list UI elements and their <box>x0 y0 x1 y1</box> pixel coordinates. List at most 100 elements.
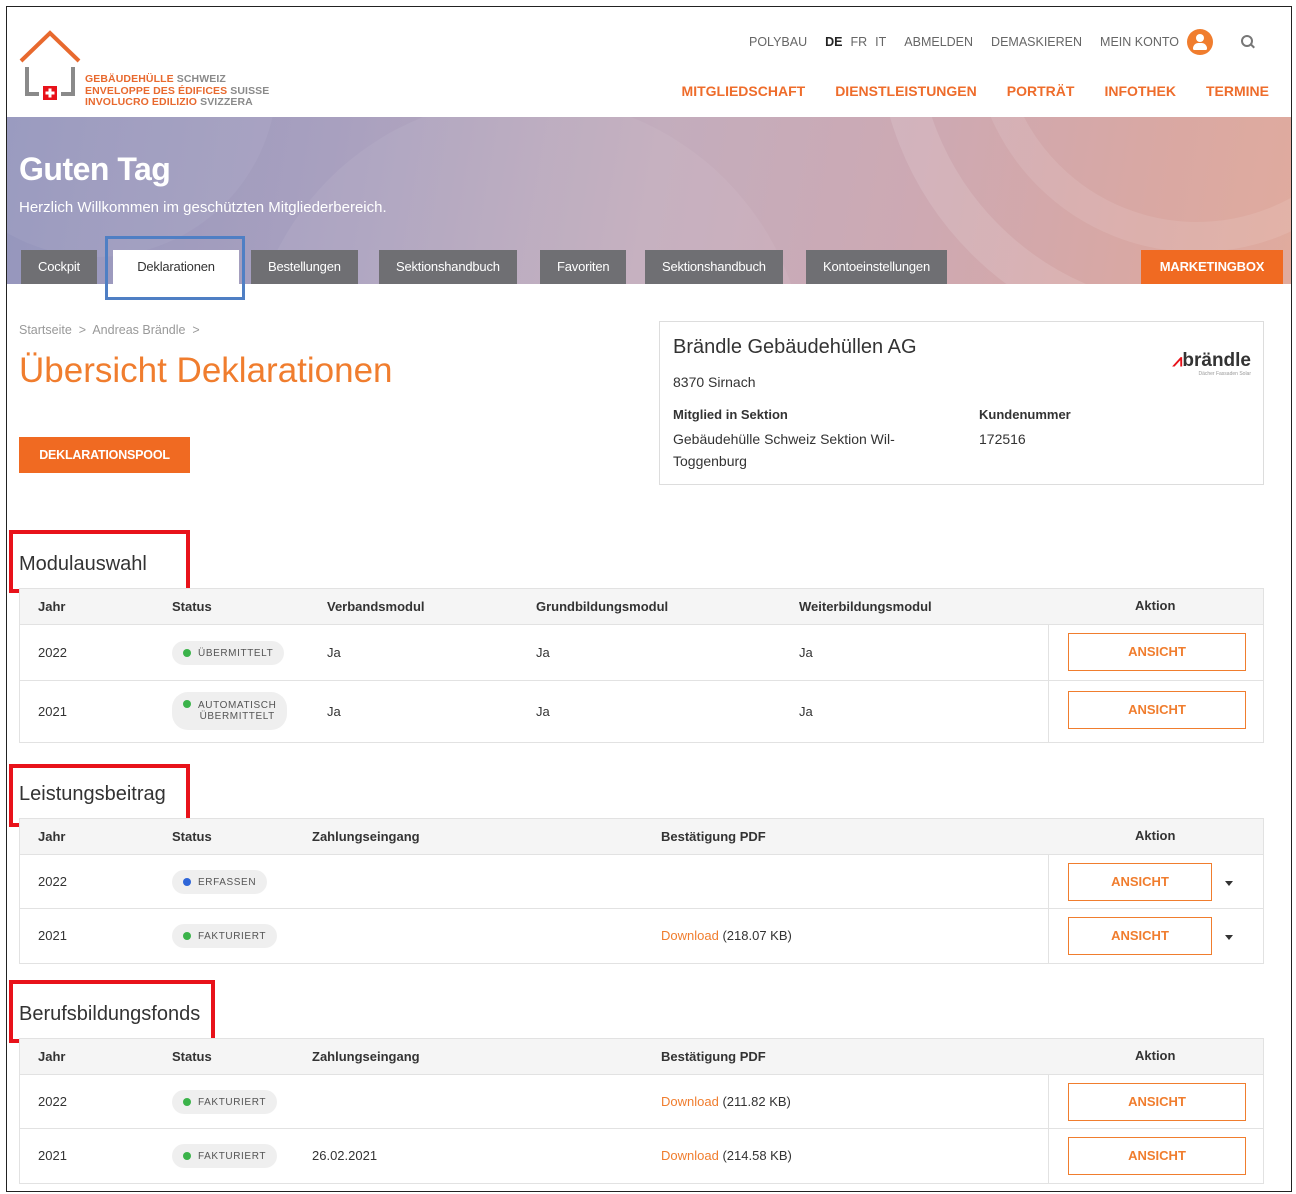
nav-item-mitgliedschaft[interactable]: MITGLIEDSCHAFT <box>682 83 806 99</box>
ansicht-button[interactable]: ANSICHT <box>1068 691 1246 729</box>
col-header-aktion: Aktion <box>1135 1048 1176 1063</box>
cell-pdf: Download (214.58 KB) <box>661 1148 792 1163</box>
search-icon[interactable] <box>1241 35 1255 49</box>
tab-kontoeinstellungen[interactable]: Kontoeinstellungen <box>806 250 947 284</box>
company-city: 8370 Sirnach <box>673 374 756 390</box>
deklarationspool-button[interactable]: DEKLARATIONSPOOL <box>19 437 190 473</box>
cell-year: 2022 <box>38 645 67 660</box>
status-dot-icon <box>183 878 191 886</box>
brand-chevron-icon: ⩘ <box>1172 351 1183 370</box>
breadcrumb-home[interactable]: Startseite <box>19 323 72 337</box>
status-dot-icon <box>183 649 191 657</box>
tab-cockpit[interactable]: Cockpit <box>21 250 97 284</box>
nav-item-infothek[interactable]: INFOTHEK <box>1104 83 1176 99</box>
highlight-box-modulauswahl <box>9 530 190 593</box>
tab-highlight-frame <box>105 236 245 300</box>
col-header-verbandsmodul: Verbandsmodul <box>327 599 425 614</box>
breadcrumb: Startseite > Andreas Brändle > <box>19 323 200 337</box>
col-header-status: Status <box>172 599 212 614</box>
company-card: Brändle Gebäudehüllen AG 8370 Sirnach ⩘b… <box>659 321 1264 485</box>
cell-verbandsmodul: Ja <box>327 704 341 719</box>
customer-number-label: Kundenummer <box>979 407 1071 422</box>
section-value-line1: Gebäudehülle Schweiz Sektion Wil- <box>673 431 895 447</box>
col-header-bestaetigung-pdf: Bestätigung PDF <box>661 829 766 844</box>
cell-year: 2021 <box>38 928 67 943</box>
cell-pdf: Download (211.82 KB) <box>661 1094 791 1109</box>
tab-favoriten[interactable]: Favoriten <box>540 250 627 284</box>
highlight-box-berufsbildungsfonds <box>9 980 215 1043</box>
file-size: (214.58 KB) <box>722 1148 792 1163</box>
lang-fr-link[interactable]: FR <box>850 35 867 49</box>
status-badge: FAKTURIERT <box>172 1090 278 1114</box>
tab-bestellungen[interactable]: Bestellungen <box>251 250 358 284</box>
main-nav: MITGLIEDSCHAFT DIENSTLEISTUNGEN PORTRÄT … <box>652 83 1269 99</box>
page-frame: GEBÄUDEHÜLLE SCHWEIZ ENVELOPPE DES ÉDIFI… <box>6 6 1292 1192</box>
breadcrumb-user[interactable]: Andreas Brändle <box>92 323 185 337</box>
company-logo: ⩘brändle Dächer Fassaden Solar <box>1172 350 1251 377</box>
user-icon[interactable] <box>1187 29 1213 55</box>
cell-year: 2022 <box>38 1094 67 1109</box>
col-header-aktion: Aktion <box>1135 598 1176 613</box>
polybau-link[interactable]: POLYBAU <box>749 35 807 49</box>
table-header: Jahr Status Zahlungseingang Bestätigung … <box>20 1039 1263 1075</box>
status-dot-icon <box>183 1152 191 1160</box>
table-header: Jahr Status Verbandsmodul Grundbildungsm… <box>20 589 1263 625</box>
col-header-jahr: Jahr <box>38 1049 66 1064</box>
status-dot-icon <box>183 1098 191 1106</box>
status-badge: AUTOMATISCH ÜBERMITTELT <box>172 692 288 730</box>
download-link[interactable]: Download <box>661 1148 719 1163</box>
leistung-table: Jahr Status Zahlungseingang Bestätigung … <box>19 818 1264 964</box>
cell-payment-date: 26.02.2021 <box>312 1148 378 1163</box>
status-badge: FAKTURIERT <box>172 924 278 948</box>
ansicht-button[interactable]: ANSICHT <box>1068 863 1212 901</box>
utility-nav: POLYBAU DE FR IT ABMELDEN DEMASKIEREN ME… <box>731 29 1255 55</box>
chevron-down-icon[interactable] <box>1225 881 1233 886</box>
cell-pdf: Download (218.07 KB) <box>661 928 792 943</box>
col-header-status: Status <box>172 1049 212 1064</box>
table-row: 2021 AUTOMATISCH ÜBERMITTELT Ja Ja Ja ANS… <box>20 681 1263 742</box>
cell-year: 2021 <box>38 704 67 719</box>
logout-link[interactable]: ABMELDEN <box>904 35 973 49</box>
col-header-grundbildungsmodul: Grundbildungsmodul <box>536 599 669 614</box>
ansicht-button[interactable]: ANSICHT <box>1068 633 1246 671</box>
col-header-aktion: Aktion <box>1135 828 1176 843</box>
unmask-link[interactable]: DEMASKIEREN <box>991 35 1082 49</box>
brand-tagline: Dächer Fassaden Solar <box>1198 371 1251 377</box>
nav-item-termine[interactable]: TERMINE <box>1206 83 1269 99</box>
status-dot-icon <box>183 700 191 708</box>
table-row: 2021 FAKTURIERT 26.02.2021 Download (214… <box>20 1129 1263 1183</box>
account-link[interactable]: MEIN KONTO <box>1100 35 1179 49</box>
col-header-zahlungseingang: Zahlungseingang <box>312 829 420 844</box>
cell-verbandsmodul: Ja <box>327 645 341 660</box>
company-name: Brändle Gebäudehüllen AG <box>673 336 917 358</box>
chevron-down-icon[interactable] <box>1225 935 1233 940</box>
table-row: 2021 FAKTURIERT Download (218.07 KB) ANS… <box>20 909 1263 963</box>
cell-weiterbildungsmodul: Ja <box>799 704 813 719</box>
cell-grundbildungsmodul: Ja <box>536 645 550 660</box>
nav-item-dienstleistungen[interactable]: DIENSTLEISTUNGEN <box>835 83 977 99</box>
col-header-weiterbildungsmodul: Weiterbildungsmodul <box>799 599 932 614</box>
tab-sektionshandbuch[interactable]: Sektionshandbuch <box>379 250 517 284</box>
file-size: (218.07 KB) <box>722 928 792 943</box>
hero-subtitle: Herzlich Willkommen im geschützten Mitgl… <box>19 199 387 216</box>
download-link[interactable]: Download <box>661 928 719 943</box>
status-badge: ERFASSEN <box>172 870 268 894</box>
ansicht-button[interactable]: ANSICHT <box>1068 1137 1246 1175</box>
table-row: 2022 FAKTURIERT Download (211.82 KB) ANS… <box>20 1075 1263 1129</box>
nav-item-portraet[interactable]: PORTRÄT <box>1007 83 1075 99</box>
logo-wordmark: GEBÄUDEHÜLLE SCHWEIZ ENVELOPPE DES ÉDIFI… <box>85 73 270 108</box>
lang-de-link[interactable]: DE <box>825 35 842 49</box>
customer-number-value: 172516 <box>979 431 1026 447</box>
ansicht-button[interactable]: ANSICHT <box>1068 917 1212 955</box>
house-logo-icon <box>19 30 81 100</box>
site-logo[interactable]: GEBÄUDEHÜLLE SCHWEIZ ENVELOPPE DES ÉDIFI… <box>19 27 289 109</box>
lang-it-link[interactable]: IT <box>875 35 886 49</box>
marketingbox-button[interactable]: MARKETINGBOX <box>1141 250 1283 284</box>
table-header: Jahr Status Zahlungseingang Bestätigung … <box>20 819 1263 855</box>
download-link[interactable]: Download <box>661 1094 719 1109</box>
breadcrumb-separator: > <box>188 323 200 337</box>
modul-table: Jahr Status Verbandsmodul Grundbildungsm… <box>19 588 1264 743</box>
tab-sektionshandbuch-2[interactable]: Sektionshandbuch <box>645 250 783 284</box>
col-header-zahlungseingang: Zahlungseingang <box>312 1049 420 1064</box>
ansicht-button[interactable]: ANSICHT <box>1068 1083 1246 1121</box>
